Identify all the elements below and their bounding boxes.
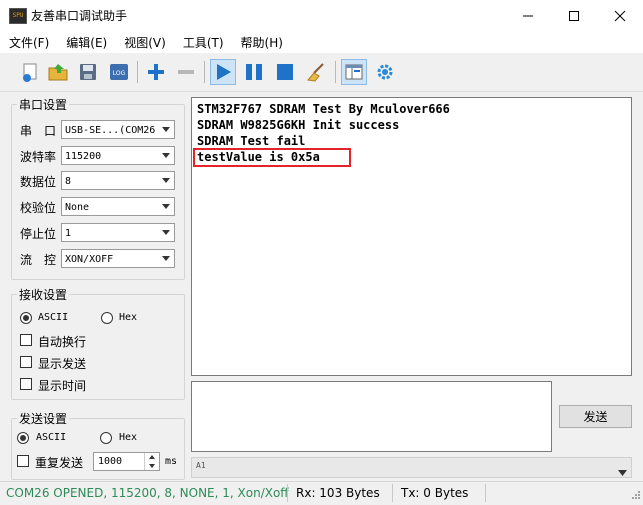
menu-file[interactable]: 文件(F) — [0, 31, 57, 53]
status-divider — [392, 484, 393, 502]
port-label: 串 口 — [20, 124, 57, 138]
menu-view[interactable]: 视图(V) — [115, 31, 174, 53]
recv-hex-label: Hex — [119, 312, 138, 323]
stopbits-value: 1 — [65, 228, 72, 239]
toolbar-separator — [204, 61, 205, 83]
send-history-value: A1 — [196, 461, 206, 470]
log-label: LOG — [113, 70, 126, 77]
port-select[interactable]: USB-SE...(COM26 — [61, 120, 175, 139]
minimize-icon[interactable] — [505, 0, 551, 31]
remove-icon[interactable] — [173, 59, 199, 85]
recv-ascii-radio[interactable] — [20, 312, 32, 324]
log-icon[interactable]: LOG — [106, 59, 132, 85]
clear-broom-icon[interactable] — [303, 59, 329, 85]
send-button[interactable]: 发送 — [559, 405, 632, 428]
chevron-down-icon — [158, 147, 174, 164]
send-hex-radio[interactable] — [100, 432, 112, 444]
title-bar: SPU 友善串口调试助手 — [0, 0, 643, 31]
maximize-icon[interactable] — [551, 0, 597, 31]
resize-grip-icon[interactable] — [631, 489, 641, 503]
menu-bar: 文件(F) 编辑(E) 视图(V) 工具(T) 帮助(H) — [0, 31, 643, 53]
window-title: 友善串口调试助手 — [31, 9, 128, 23]
chevron-down-icon — [618, 465, 627, 479]
status-divider — [485, 484, 486, 502]
receive-line: SDRAM W9825G6KH Init success — [197, 118, 400, 132]
chevron-down-icon — [158, 250, 174, 267]
spin-arrows-icon[interactable] — [144, 453, 159, 470]
show-time-label: 显示时间 — [38, 379, 87, 393]
recv-hex-radio[interactable] — [101, 312, 113, 324]
chevron-down-icon — [158, 224, 174, 241]
send-settings-title: 发送设置 — [17, 410, 70, 427]
show-send-checkbox[interactable] — [20, 356, 32, 368]
parity-select[interactable]: None — [61, 197, 175, 216]
send-textarea[interactable] — [191, 381, 552, 452]
send-hex-label: Hex — [119, 432, 138, 443]
chevron-down-icon — [158, 172, 174, 189]
pause-icon[interactable] — [241, 59, 267, 85]
send-ascii-label: ASCII — [36, 432, 67, 443]
baud-label: 波特率 — [20, 150, 57, 164]
repeat-send-label: 重复发送 — [35, 456, 84, 470]
open-folder-icon[interactable] — [45, 59, 71, 85]
new-file-icon[interactable] — [17, 59, 43, 85]
app-icon: SPU — [9, 8, 27, 24]
parity-value: None — [65, 202, 90, 213]
menu-help[interactable]: 帮助(H) — [232, 31, 291, 53]
baud-select[interactable]: 115200 — [61, 146, 175, 165]
window-layout-icon[interactable] — [341, 59, 367, 85]
databits-value: 8 — [65, 176, 72, 187]
toolbar-separator — [137, 61, 138, 83]
repeat-interval-spinbox[interactable]: 1000 — [93, 452, 160, 471]
baud-value: 115200 — [65, 151, 102, 162]
chevron-down-icon — [158, 121, 174, 138]
stopbits-label: 停止位 — [20, 227, 57, 241]
menu-tools[interactable]: 工具(T) — [174, 31, 232, 53]
stopbits-select[interactable]: 1 — [61, 223, 175, 242]
show-time-checkbox[interactable] — [20, 378, 32, 390]
send-history-combo[interactable]: A1 — [191, 457, 632, 478]
flow-value: XON/XOFF — [65, 254, 114, 265]
add-icon[interactable] — [143, 59, 169, 85]
menu-edit[interactable]: 编辑(E) — [57, 31, 115, 53]
auto-wrap-checkbox[interactable] — [20, 334, 32, 346]
serial-settings-title: 串口设置 — [17, 96, 70, 113]
flow-select[interactable]: XON/XOFF — [61, 249, 175, 268]
show-send-label: 显示发送 — [38, 357, 87, 371]
receive-textarea[interactable]: STM32F767 SDRAM Test By Mculover666 SDRA… — [191, 97, 632, 376]
save-icon[interactable] — [75, 59, 101, 85]
status-divider — [287, 484, 288, 502]
flow-label: 流 控 — [20, 253, 57, 267]
receive-settings-title: 接收设置 — [17, 286, 70, 303]
receive-line: SDRAM Test fail — [197, 134, 306, 148]
port-value: USB-SE...(COM26 — [65, 125, 156, 136]
status-rx: Rx: 103 Bytes — [296, 486, 380, 500]
interval-unit-label: ms — [165, 456, 178, 467]
recv-ascii-label: ASCII — [38, 312, 69, 323]
stop-icon[interactable] — [272, 59, 298, 85]
status-tx: Tx: 0 Bytes — [401, 486, 469, 500]
parity-label: 校验位 — [20, 201, 57, 215]
status-connection: COM26 OPENED, 115200, 8, NONE, 1, Xon/Xo… — [6, 486, 289, 500]
repeat-send-checkbox[interactable] — [17, 455, 29, 467]
close-icon[interactable] — [597, 0, 643, 31]
receive-line: STM32F767 SDRAM Test By Mculover666 — [197, 102, 450, 116]
play-icon[interactable] — [210, 59, 236, 85]
settings-gear-icon[interactable] — [372, 59, 398, 85]
status-bar: COM26 OPENED, 115200, 8, NONE, 1, Xon/Xo… — [0, 481, 643, 505]
toolbar: LOG — [0, 53, 643, 92]
send-ascii-radio[interactable] — [17, 432, 29, 444]
interval-value: 1000 — [98, 456, 123, 467]
auto-wrap-label: 自动换行 — [38, 335, 87, 349]
highlight-annotation-box — [193, 148, 351, 167]
toolbar-separator — [335, 61, 336, 83]
databits-select[interactable]: 8 — [61, 171, 175, 190]
databits-label: 数据位 — [20, 175, 57, 189]
chevron-down-icon — [158, 198, 174, 215]
